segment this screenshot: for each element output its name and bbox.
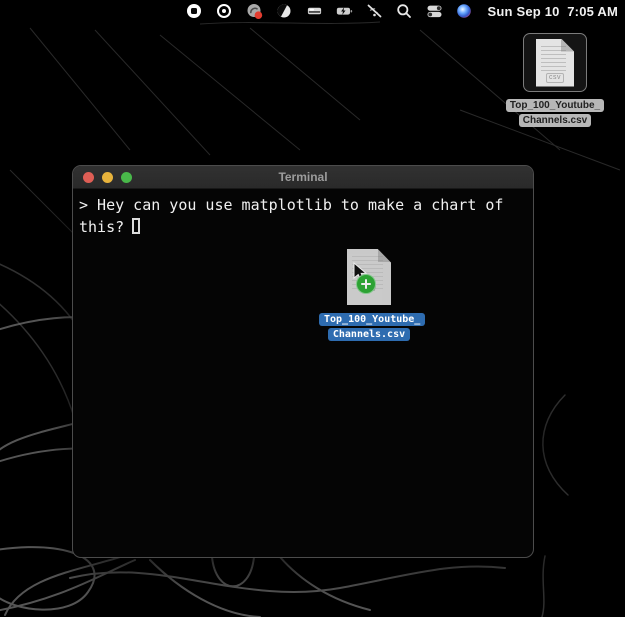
prompt-line-2-text: this? bbox=[79, 218, 124, 236]
desktop: Sun Sep 10 7:05 AM csv Top_100_Youtube_ … bbox=[0, 0, 625, 617]
siri-icon[interactable] bbox=[456, 3, 473, 20]
csv-document-icon: csv bbox=[536, 39, 574, 87]
menu-bar-clock[interactable]: Sun Sep 10 7:05 AM bbox=[488, 4, 618, 19]
minimize-button[interactable] bbox=[102, 172, 113, 183]
prompt-line-1: > Hey can you use matplotlib to make a c… bbox=[79, 194, 527, 216]
close-button[interactable] bbox=[83, 172, 94, 183]
dragged-file-label: Top_100_Youtube_ Channels.csv bbox=[319, 311, 419, 341]
gauge-notification-icon[interactable] bbox=[246, 3, 263, 20]
file-selection-box: csv bbox=[523, 33, 587, 92]
screen-recording-stop-icon[interactable] bbox=[186, 3, 203, 20]
zoom-button[interactable] bbox=[121, 172, 132, 183]
spotlight-search-icon[interactable] bbox=[396, 3, 413, 20]
desktop-file-label: Top_100_Youtube_ Channels.csv bbox=[499, 97, 611, 127]
menu-bar: Sun Sep 10 7:05 AM bbox=[0, 0, 625, 22]
wifi-off-icon[interactable] bbox=[366, 3, 383, 20]
laptop-icon[interactable] bbox=[306, 3, 323, 20]
csv-extension-tag: csv bbox=[546, 73, 564, 83]
terminal-titlebar[interactable]: Terminal bbox=[73, 166, 533, 189]
contrast-moon-icon[interactable] bbox=[276, 3, 293, 20]
prompt-line-2: this? bbox=[79, 216, 527, 238]
desktop-file-csv[interactable]: csv Top_100_Youtube_ Channels.csv bbox=[499, 33, 611, 127]
file-name-line2: Channels.csv bbox=[519, 114, 591, 127]
file-name-line1: Top_100_Youtube_ bbox=[506, 99, 604, 112]
record-target-icon[interactable] bbox=[216, 3, 233, 20]
copy-plus-badge-icon bbox=[356, 274, 376, 294]
window-controls bbox=[73, 172, 132, 183]
terminal-window: Terminal > Hey can you use matplotlib to… bbox=[72, 165, 534, 558]
control-center-icon[interactable] bbox=[426, 3, 443, 20]
window-title: Terminal bbox=[73, 170, 533, 184]
battery-charging-icon[interactable] bbox=[336, 3, 353, 20]
dragged-file-ghost[interactable]: csv Top_100_Youtube_ Channels.csv bbox=[319, 249, 419, 341]
ghost-csv-document-icon: csv bbox=[347, 249, 391, 305]
page-text-lines bbox=[541, 46, 566, 72]
dragged-file-name-line2: Channels.csv bbox=[328, 328, 410, 341]
dragged-file-name-line1: Top_100_Youtube_ bbox=[319, 313, 425, 326]
terminal-content[interactable]: > Hey can you use matplotlib to make a c… bbox=[73, 189, 533, 557]
terminal-cursor bbox=[132, 218, 140, 234]
